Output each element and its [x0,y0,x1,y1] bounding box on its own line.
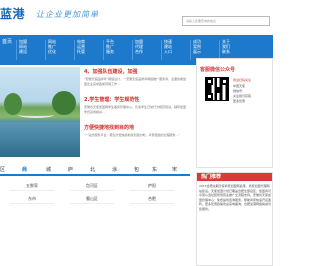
wechat-label: 更多优惠 [233,99,246,103]
area-section: 区 商 城 庐 北 涂 包 东 宋 五鲜家 包河区 庐阳 东市 蜀山区 合肥 [0,166,190,236]
nav-divider [74,40,75,60]
nav-home[interactable]: 首页 [0,39,14,61]
qr-corner [206,78,213,85]
area-tab[interactable]: 区 [0,167,5,173]
article-title[interactable]: 4、加强队伍建设，加强 [84,69,137,75]
nav-item-line: 入口 [164,49,172,54]
area-tab[interactable]: 北 [90,167,95,173]
area-tab[interactable]: 包 [134,167,139,173]
search-input[interactable]: 请输入您要查询的信息 [182,16,270,26]
nav-item-5[interactable]: 加盟 代理 合作 [135,39,157,61]
nav-item-4[interactable]: 平台 推广 服务 [106,39,128,61]
article-excerpt: “一站式服务平台，帮您方便快捷地找到目的地，享受便捷的全程服务...” [84,133,180,137]
nav-divider [45,40,46,60]
area-link[interactable]: 蜀山区 [70,194,114,204]
nav-item-2[interactable]: 网站 推广 优化 [48,39,70,61]
site-logo[interactable]: 蓝港 [0,8,25,21]
nav-divider [16,40,17,60]
nav-divider [103,40,104,60]
article-title[interactable]: 方便快捷地找到目的地 [84,125,134,131]
header: 蓝港 让企业更加简单 请输入您要查询的信息 [0,0,273,35]
article-excerpt: 安徽省天使加盟网学生事务管理中心，负责学生日常行为规范培训，辅导加盟学员完成相关… [84,105,187,114]
hot-title: 热门推荐 [201,174,222,180]
qr-corner [221,78,228,85]
area-tab[interactable]: 城 [46,167,51,173]
article-title[interactable]: 2.学生管理：学生规范性 [84,97,139,103]
nav-item-3[interactable]: 电商 运营 托管 [77,39,99,61]
site-slogan: 让企业更加简单 [36,10,99,19]
wechat-label: 欢迎扫码关注 [233,78,252,82]
area-tab[interactable]: 商 [22,167,27,173]
area-link[interactable]: 包河区 [70,181,114,191]
nav-item-1[interactable]: 加盟 网站 建设 [19,39,41,61]
area-link[interactable]: 合肥 [130,194,174,204]
nav-item-line: 托管 [77,49,85,54]
qr-corner [206,93,213,100]
nav-divider [132,40,133,60]
area-tab-bar: 区 商 城 庐 北 涂 包 东 宋 [0,166,190,176]
hot-panel: 热门推荐 2015合肥先期天使商家加盟网蓝港，商家加盟代理网站建设，天使加盟计划… [196,172,273,266]
nav-item-line: 优化 [48,49,56,54]
feature-photo[interactable] [0,67,80,157]
area-link[interactable]: 庐阳 [130,181,174,191]
nav-item-line: 合作 [135,49,143,54]
hot-body-text[interactable]: 2015合肥先期天使商家加盟网蓝港，商家加盟代理网站建设，天使加盟计划已覆盖合肥… [199,184,271,264]
article-excerpt: “安徽天使品牌商”网络设计，一安徽天使品牌商网络推广服务商，全面协助加盟企业完成… [84,77,187,86]
photo-bridge [18,112,54,118]
qr-center [215,87,221,93]
nav-item-line: 展示 [193,49,201,54]
area-link[interactable]: 东市 [10,194,54,204]
nav-item-line: 服务 [106,49,114,54]
photo-tree [52,91,76,115]
nav-item-line: 建设 [19,49,27,54]
wechat-title: 客服微信公众号 [200,67,236,73]
photo-water [0,122,80,157]
area-tab[interactable]: 庐 [68,167,73,173]
wechat-panel: 客服微信公众号 欢迎扫码关注 中国天使 微信号： 关注我们获取 更多优惠 [196,58,273,168]
qr-code-icon [205,77,229,101]
area-tab[interactable]: 宋 [172,167,177,173]
hot-header: 热门推荐 [197,173,272,181]
nav-divider [161,40,162,60]
article-list: 4、加强队伍建设，加强 “安徽天使品牌商”网络设计，一安徽天使品牌商网络推广服务… [84,67,190,157]
area-tab[interactable]: 东 [152,167,157,173]
nav-item-line: 联系 [222,49,230,54]
area-link[interactable]: 五鲜家 [10,181,54,191]
nav-divider [219,40,220,60]
area-tab[interactable]: 涂 [112,167,117,173]
nav-divider [190,40,191,60]
nav-item-6[interactable]: 快速 建站 入口 [164,39,186,61]
